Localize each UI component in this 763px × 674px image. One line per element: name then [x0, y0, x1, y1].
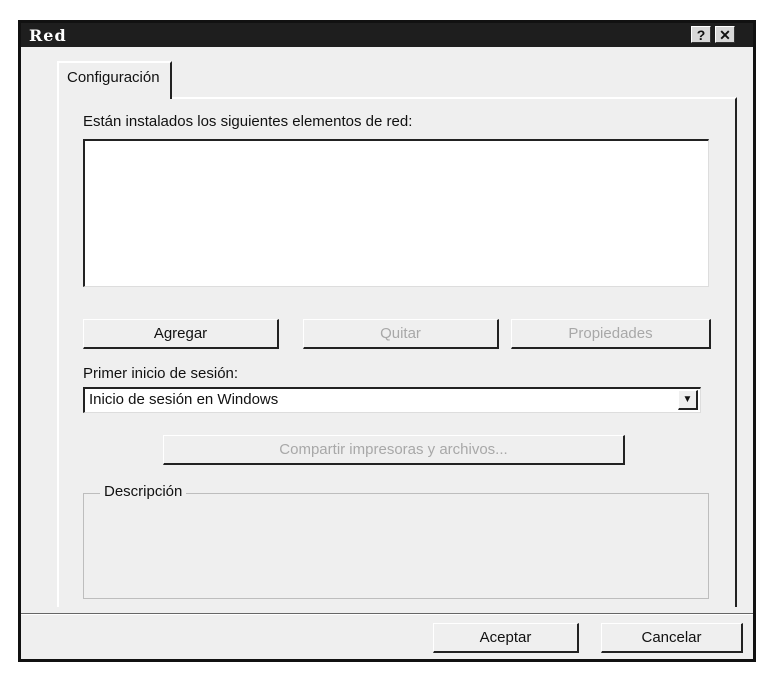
- primary-logon-value: Inicio de sesión en Windows: [89, 391, 279, 408]
- remove-button[interactable]: Quitar: [303, 319, 499, 349]
- window-title: Red: [29, 26, 67, 45]
- title-bar: Red ? ✕: [21, 23, 753, 47]
- file-print-sharing-button[interactable]: Compartir impresoras y archivos...: [163, 435, 625, 465]
- tab-label: Configuración: [67, 69, 160, 86]
- chevron-down-icon[interactable]: ▼: [678, 390, 698, 410]
- properties-button[interactable]: Propiedades: [511, 319, 711, 349]
- network-components-list[interactable]: [83, 139, 709, 287]
- components-label: Están instalados los siguientes elemento…: [83, 113, 413, 130]
- divider: [21, 613, 753, 615]
- ok-button[interactable]: Aceptar: [433, 623, 579, 653]
- help-icon[interactable]: ?: [691, 26, 711, 43]
- network-dialog: Red ? ✕ Configuración Están instalados l…: [18, 20, 756, 662]
- close-icon[interactable]: ✕: [715, 26, 735, 43]
- primary-logon-select[interactable]: Inicio de sesión en Windows ▼: [83, 387, 701, 413]
- description-group: Descripción: [83, 483, 709, 599]
- description-legend: Descripción: [100, 483, 187, 500]
- tab-configuracion[interactable]: Configuración: [57, 61, 172, 99]
- primary-logon-label: Primer inicio de sesión:: [83, 365, 239, 382]
- cancel-button[interactable]: Cancelar: [601, 623, 743, 653]
- add-button[interactable]: Agregar: [83, 319, 279, 349]
